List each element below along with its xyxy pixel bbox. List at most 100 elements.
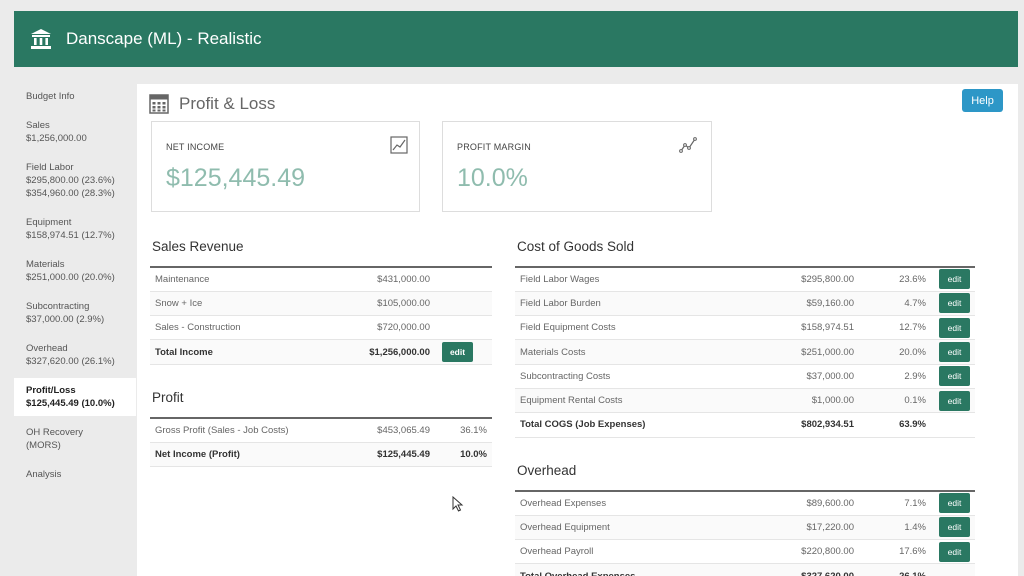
page-header: Profit & Loss: [149, 94, 275, 114]
net-income-card: NET INCOME $125,445.49: [151, 121, 420, 212]
row-amount: $89,600.00: [745, 489, 859, 516]
app-header: Danscape (ML) - Realistic: [14, 11, 1018, 67]
kpi-label: PROFIT MARGIN: [457, 142, 531, 152]
row-amount: $720,000.00: [330, 315, 435, 341]
kpi-label: NET INCOME: [166, 142, 225, 152]
edit-button[interactable]: edit: [939, 317, 970, 338]
table-row: Equipment Rental Costs $1,000.00 0.1% ed…: [515, 388, 975, 414]
table-row: Maintenance $431,000.00: [150, 265, 492, 292]
sidebar-item-materials[interactable]: Materials $251,000.00 (20.0%): [14, 252, 136, 290]
table-row: Sales - Construction $720,000.00: [150, 315, 492, 341]
kpi-value: $125,445.49: [166, 164, 306, 192]
sidebar-item-profit-loss[interactable]: Profit/Loss $125,445.49 (10.0%): [14, 378, 136, 416]
sidebar-item-label: OH Recovery: [26, 427, 84, 438]
row-amount: $37,000.00: [745, 364, 859, 389]
sidebar-item-value: $327,620.00 (26.1%): [26, 356, 115, 367]
sidebar-item-sales[interactable]: Sales $1,256,000.00: [14, 113, 136, 151]
row-pct: 7.1%: [859, 489, 931, 516]
sales-revenue-title: Sales Revenue: [152, 239, 244, 254]
sidebar-item-budget-info[interactable]: Budget Info: [14, 84, 136, 109]
sidebar-item-oh-recovery[interactable]: OH Recovery (MORS): [14, 420, 136, 458]
sidebar-item-label: Materials: [26, 259, 65, 270]
row-amount: $431,000.00: [330, 265, 435, 292]
sidebar-item-value: $37,000.00 (2.9%): [26, 314, 105, 325]
row-name: Overhead Expenses: [515, 489, 745, 516]
row-amount: $802,934.51: [745, 412, 859, 438]
edit-button[interactable]: edit: [939, 541, 970, 562]
edit-button[interactable]: edit: [939, 366, 970, 387]
overhead-table: Overhead Expenses $89,600.00 7.1% edit O…: [515, 489, 975, 576]
edit-button[interactable]: edit: [939, 517, 970, 538]
row-name: Equipment Rental Costs: [515, 388, 745, 414]
row-pct: 12.7%: [859, 315, 931, 341]
edit-button[interactable]: edit: [939, 493, 970, 514]
edit-button[interactable]: edit: [939, 269, 970, 290]
help-button[interactable]: Help: [962, 89, 1003, 112]
row-name: Sales - Construction: [150, 315, 330, 341]
row-pct: 4.7%: [859, 291, 931, 317]
edit-button[interactable]: edit: [442, 342, 473, 363]
row-name: Field Labor Wages: [515, 265, 745, 292]
row-pct: 0.1%: [859, 388, 931, 414]
row-amount: $295,800.00: [745, 265, 859, 292]
sidebar-item-value: $354,960.00 (28.3%): [26, 188, 115, 199]
sidebar: Budget Info Sales $1,256,000.00 Field La…: [14, 84, 136, 576]
sidebar-item-label: Analysis: [26, 469, 62, 480]
sidebar-item-label: Overhead: [26, 343, 68, 354]
overhead-title: Overhead: [517, 463, 577, 478]
row-amount: $59,160.00: [745, 291, 859, 317]
row-name: Materials Costs: [515, 339, 745, 365]
total-row: Total Overhead Expenses $327,620.00 26.1…: [515, 563, 975, 576]
row-amount: $251,000.00: [745, 339, 859, 365]
line-chart-icon: [679, 137, 697, 153]
profit-margin-card: PROFIT MARGIN 10.0%: [442, 121, 712, 212]
row-pct: 20.0%: [859, 339, 931, 365]
cogs-table: Field Labor Wages $295,800.00 23.6% edit…: [515, 265, 975, 438]
area-chart-icon: [390, 136, 408, 154]
table-row: Field Labor Wages $295,800.00 23.6% edit: [515, 265, 975, 292]
row-amount: $453,065.49: [330, 416, 435, 443]
page-title: Profit & Loss: [179, 94, 276, 113]
sidebar-item-analysis[interactable]: Analysis: [14, 462, 136, 487]
table-row: Field Equipment Costs $158,974.51 12.7% …: [515, 315, 975, 341]
row-pct: 17.6%: [859, 539, 931, 565]
cogs-title: Cost of Goods Sold: [517, 239, 635, 254]
kpi-value: 10.0%: [457, 164, 528, 192]
row-pct: 26.1%: [859, 563, 931, 576]
row-pct: 36.1%: [435, 416, 492, 443]
sidebar-item-overhead[interactable]: Overhead $327,620.00 (26.1%): [14, 336, 136, 374]
row-name: Overhead Equipment: [515, 515, 745, 541]
sidebar-item-label: Profit/Loss: [26, 385, 76, 396]
sidebar-item-label: Field Labor: [26, 162, 74, 173]
table-row: Overhead Equipment $17,220.00 1.4% edit: [515, 515, 975, 541]
row-pct: 2.9%: [859, 364, 931, 389]
row-name: Total COGS (Job Expenses): [515, 412, 745, 438]
sidebar-item-equipment[interactable]: Equipment $158,974.51 (12.7%): [14, 210, 136, 248]
bank-icon: [31, 29, 51, 49]
row-name: Subcontracting Costs: [515, 364, 745, 389]
sidebar-item-field-labor[interactable]: Field Labor $295,800.00 (23.6%) $354,960…: [14, 155, 136, 206]
total-row: Net Income (Profit) $125,445.49 10.0%: [150, 441, 492, 468]
edit-button[interactable]: edit: [939, 293, 970, 314]
row-amount: $1,000.00: [745, 388, 859, 414]
app-title: Danscape (ML) - Realistic: [66, 29, 262, 48]
edit-button[interactable]: edit: [939, 342, 970, 363]
row-amount: $327,620.00: [745, 563, 859, 576]
edit-button[interactable]: edit: [939, 390, 970, 411]
table-row: Overhead Expenses $89,600.00 7.1% edit: [515, 489, 975, 516]
row-pct: 63.9%: [859, 412, 931, 438]
table-row: Materials Costs $251,000.00 20.0% edit: [515, 339, 975, 365]
row-amount: $17,220.00: [745, 515, 859, 541]
sidebar-item-subcontracting[interactable]: Subcontracting $37,000.00 (2.9%): [14, 294, 136, 332]
sidebar-item-value: $251,000.00 (20.0%): [26, 272, 115, 283]
row-name: Net Income (Profit): [150, 441, 330, 468]
sidebar-item-value: $158,974.51 (12.7%): [26, 230, 115, 241]
total-row: Total COGS (Job Expenses) $802,934.51 63…: [515, 412, 975, 438]
sidebar-item-value: $125,445.49 (10.0%): [26, 398, 115, 409]
sidebar-item-value: (MORS): [26, 440, 61, 451]
table-row: Gross Profit (Sales - Job Costs) $453,06…: [150, 416, 492, 443]
table-row: Overhead Payroll $220,800.00 17.6% edit: [515, 539, 975, 565]
row-name: Gross Profit (Sales - Job Costs): [150, 416, 330, 443]
table-row: Snow + Ice $105,000.00: [150, 291, 492, 317]
table-row: Field Labor Burden $59,160.00 4.7% edit: [515, 291, 975, 317]
